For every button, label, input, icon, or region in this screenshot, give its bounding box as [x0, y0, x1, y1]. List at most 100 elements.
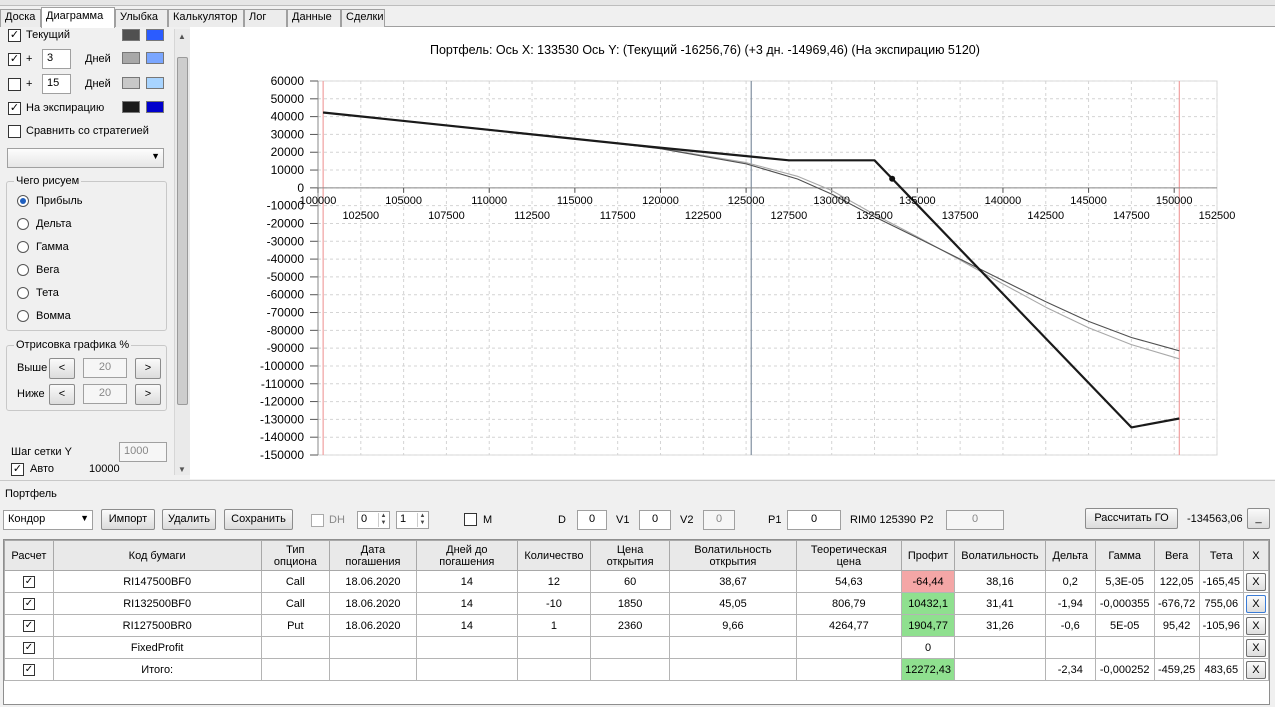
days2-checkbox[interactable]	[8, 78, 21, 91]
import-button[interactable]: Импорт	[101, 509, 155, 530]
row-remove-button[interactable]: X	[1245, 616, 1266, 635]
row-open[interactable]: 60	[589, 570, 671, 593]
row-calc-checkbox[interactable]: ✓	[22, 664, 35, 676]
table-row-total[interactable]: ✓ Итого: 12272,43 -2,34 -0,000252 -459,2…	[4, 658, 1269, 681]
row-calc-cell[interactable]: ✓	[4, 614, 54, 637]
days1-color-1[interactable]	[122, 52, 140, 64]
col-header-x[interactable]: X	[1242, 540, 1269, 571]
left-panel-scrollbar[interactable]: ▲ ▼	[174, 29, 190, 475]
spin-2[interactable]: 1 ▲ ▼	[396, 511, 429, 529]
col-header-theo[interactable]: Теоретическая цена	[795, 540, 903, 571]
table-row-fixed-profit[interactable]: ✓ FixedProfit 0 X	[4, 636, 1269, 659]
row-calc-cell[interactable]: ✓	[4, 592, 54, 615]
days1-color-2[interactable]	[146, 52, 164, 64]
row-calc-checkbox[interactable]: ✓	[22, 642, 35, 654]
days2-color-1[interactable]	[122, 77, 140, 89]
col-header-qty[interactable]: Количество	[516, 540, 591, 571]
expiry-checkbox[interactable]: ✓	[8, 102, 21, 115]
p2-input[interactable]: 0	[946, 510, 1004, 530]
col-header-code[interactable]: Код бумаги	[52, 540, 262, 571]
radio-vomma[interactable]	[17, 310, 29, 322]
radio-profit[interactable]	[17, 195, 29, 207]
radio-vega[interactable]	[17, 264, 29, 276]
col-header-profit[interactable]: Профит	[901, 540, 956, 571]
save-button[interactable]: Сохранить	[224, 509, 293, 530]
calculate-go-button[interactable]: Рассчитать ГО	[1085, 508, 1178, 529]
below-value[interactable]: 20	[83, 384, 127, 404]
col-header-days[interactable]: Дней до погашения	[415, 540, 518, 571]
col-header-vega[interactable]: Вега	[1153, 540, 1200, 571]
tab-data[interactable]: Данные	[287, 9, 341, 27]
delete-button[interactable]: Удалить	[162, 509, 216, 530]
row-calc-cell[interactable]: ✓	[4, 570, 54, 593]
tab-smile[interactable]: Улыбка	[115, 9, 168, 27]
m-checkbox[interactable]	[464, 513, 477, 526]
spin-1[interactable]: 0 ▲ ▼	[357, 511, 390, 529]
grid-step-input[interactable]: 1000	[119, 442, 167, 462]
below-decrease-button[interactable]: <	[49, 384, 75, 405]
days2-color-2[interactable]	[146, 77, 164, 89]
row-qty[interactable]: -10	[516, 592, 591, 615]
v2-input[interactable]: 0	[703, 510, 735, 530]
fixed-profit-value[interactable]: 0	[901, 636, 956, 659]
radio-theta[interactable]	[17, 287, 29, 299]
scrollbar-thumb[interactable]	[177, 57, 188, 405]
v1-input[interactable]: 0	[639, 510, 671, 530]
expiry-color-2[interactable]	[146, 101, 164, 113]
scroll-up-icon[interactable]: ▲	[178, 32, 186, 41]
d-input[interactable]: 0	[577, 510, 607, 530]
col-header-date[interactable]: Дата погашения	[329, 540, 417, 571]
tab-diagram[interactable]: Диаграмма	[41, 7, 115, 28]
col-header-type[interactable]: Тип опциона	[260, 540, 331, 571]
row-calc-checkbox[interactable]: ✓	[22, 598, 35, 610]
col-header-vol-open[interactable]: Волатильность открытия	[669, 540, 797, 571]
row-remove-button[interactable]: X	[1245, 660, 1266, 679]
col-header-gamma[interactable]: Гамма	[1094, 540, 1155, 571]
compare-strategy-select[interactable]: ▼	[7, 148, 164, 168]
days2-input[interactable]: 15	[42, 74, 71, 94]
row-calc-checkbox[interactable]: ✓	[22, 620, 35, 632]
days1-input[interactable]: 3	[42, 49, 71, 69]
current-checkbox[interactable]: ✓	[8, 29, 21, 42]
col-header-delta[interactable]: Дельта	[1044, 540, 1096, 571]
scroll-down-icon[interactable]: ▼	[178, 465, 186, 474]
above-value[interactable]: 20	[83, 358, 127, 378]
row-calc-cell[interactable]: ✓	[4, 658, 54, 681]
row-open[interactable]: 2360	[589, 614, 671, 637]
table-row[interactable]: ✓ RI132500BF0 Call 18.06.2020 14 -10 185…	[4, 592, 1269, 615]
current-color-2[interactable]	[146, 29, 164, 41]
more-button[interactable]: _	[1247, 508, 1270, 529]
col-header-theta[interactable]: Тета	[1198, 540, 1244, 571]
tab-calculator[interactable]: Калькулятор	[168, 9, 244, 27]
row-open[interactable]: 1850	[589, 592, 671, 615]
row-qty[interactable]: 12	[516, 570, 591, 593]
spin-arrows-icon[interactable]: ▲ ▼	[417, 513, 427, 527]
table-row[interactable]: ✓ RI147500BF0 Call 18.06.2020 14 12 60 3…	[4, 570, 1269, 593]
auto-checkbox[interactable]: ✓	[11, 463, 24, 476]
compare-checkbox[interactable]	[8, 125, 21, 138]
above-decrease-button[interactable]: <	[49, 358, 75, 379]
days1-checkbox[interactable]: ✓	[8, 53, 21, 66]
radio-delta[interactable]	[17, 218, 29, 230]
payoff-chart[interactable]: 6000050000400003000020000100000-10000-20…	[190, 27, 1275, 479]
above-increase-button[interactable]: >	[135, 358, 161, 379]
row-calc-checkbox[interactable]: ✓	[22, 576, 35, 588]
tab-board[interactable]: Доска	[0, 9, 41, 27]
col-header-vol[interactable]: Волатильность	[954, 540, 1046, 571]
tab-log[interactable]: Лог	[244, 9, 287, 27]
expiry-color-1[interactable]	[122, 101, 140, 113]
current-color-1[interactable]	[122, 29, 140, 41]
row-remove-button[interactable]: X	[1245, 594, 1266, 613]
tab-deals[interactable]: Сделки	[341, 9, 385, 27]
spin-arrows-icon[interactable]: ▲ ▼	[378, 513, 388, 527]
strategy-select[interactable]: Кондор ▼	[3, 510, 93, 530]
col-header-calc[interactable]: Расчет	[4, 540, 54, 571]
radio-gamma[interactable]	[17, 241, 29, 253]
table-row[interactable]: ✓ RI127500BR0 Put 18.06.2020 14 1 2360 9…	[4, 614, 1269, 637]
row-calc-cell[interactable]: ✓	[4, 636, 54, 659]
row-remove-button[interactable]: X	[1245, 572, 1266, 591]
row-qty[interactable]: 1	[516, 614, 591, 637]
row-remove-button[interactable]: X	[1245, 638, 1266, 657]
p1-input[interactable]: 0	[787, 510, 841, 530]
below-increase-button[interactable]: >	[135, 384, 161, 405]
